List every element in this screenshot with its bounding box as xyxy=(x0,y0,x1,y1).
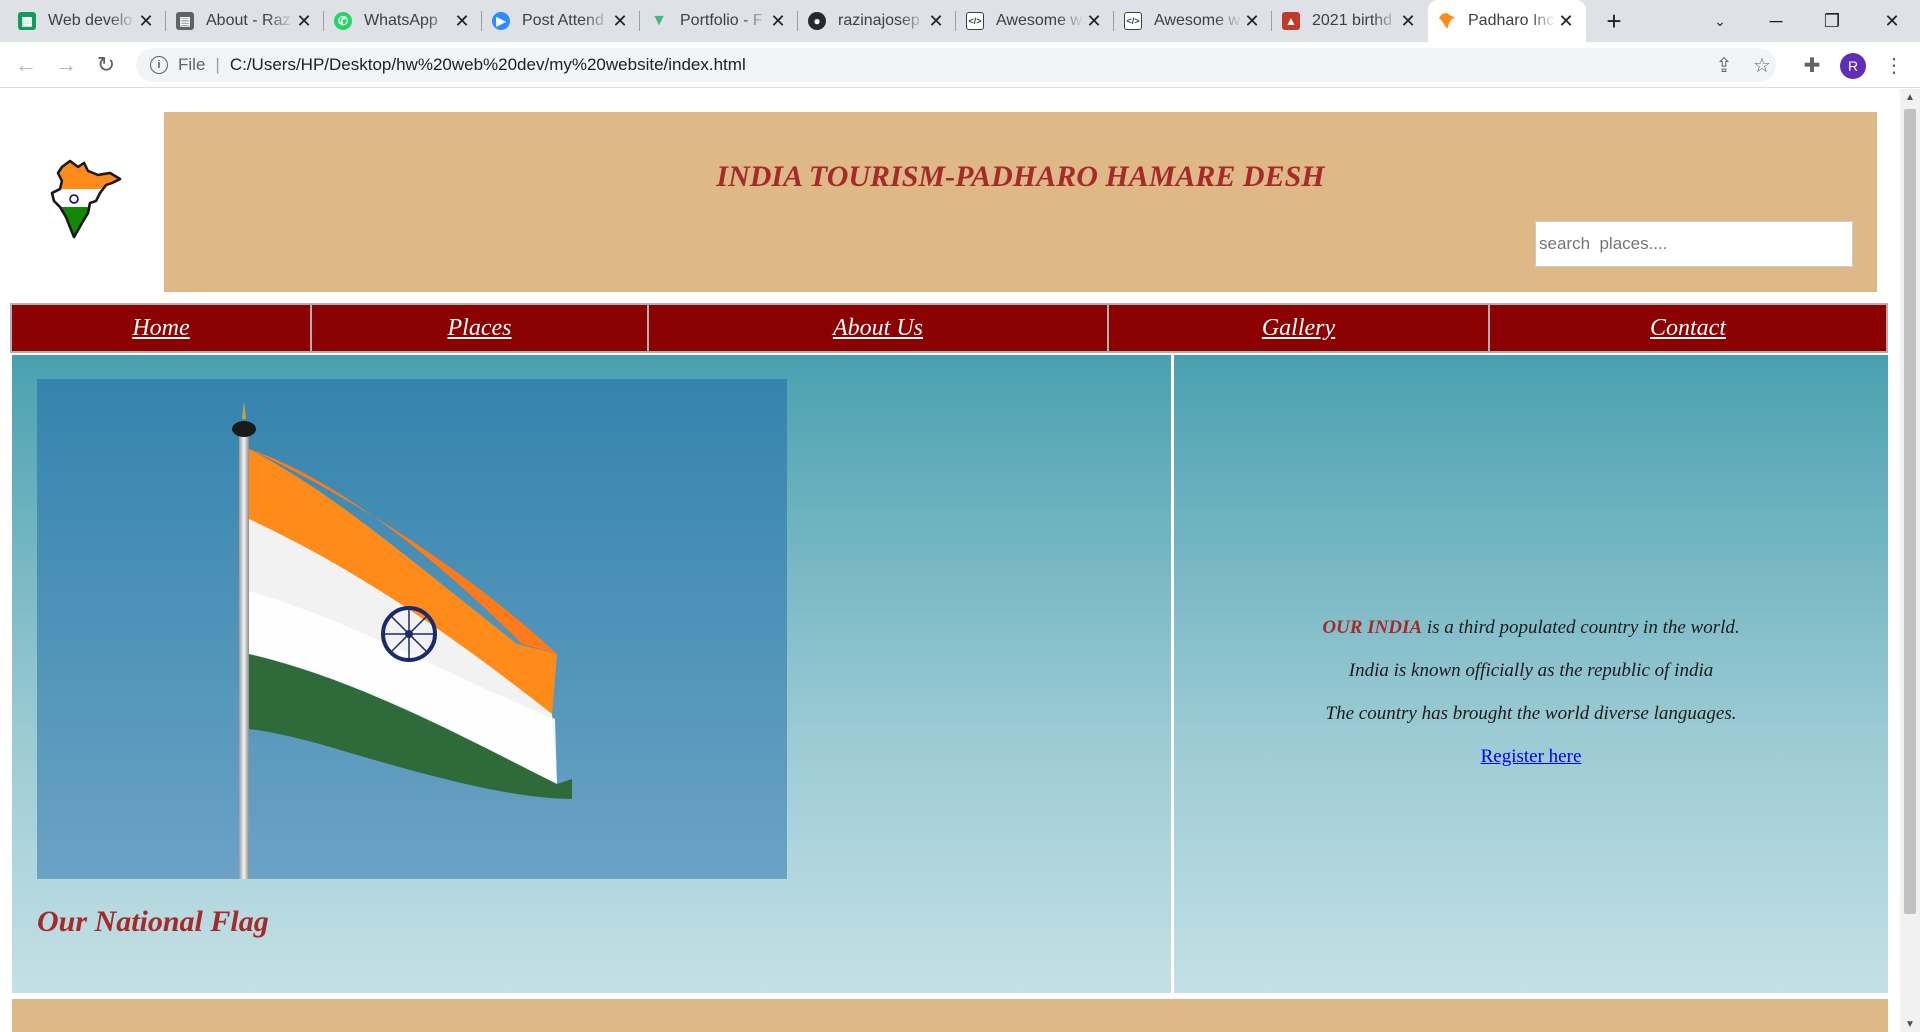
india-map-logo xyxy=(50,159,122,239)
page-icon: ▤ xyxy=(176,12,194,30)
address-bar[interactable]: i File | C:/Users/HP/Desktop/hw%20web%20… xyxy=(136,48,1776,82)
tab-title: Post Attend xyxy=(522,12,604,29)
tab-title: Awesome w xyxy=(1154,12,1240,29)
national-flag-photo xyxy=(37,379,787,879)
menu-kebab-icon[interactable]: ⋮ xyxy=(1880,51,1908,79)
profile-avatar[interactable]: R xyxy=(1840,53,1866,79)
tab-9-active[interactable]: Padharo Inc ✕ xyxy=(1428,0,1586,42)
tab-3[interactable]: ▶ Post Attend ✕ xyxy=(482,0,640,42)
zoom-icon: ▶ xyxy=(492,12,510,30)
scroll-up-arrow-icon[interactable]: ▲ xyxy=(1900,89,1920,105)
browser-toolbar: ← → ↻ i File | C:/Users/HP/Desktop/hw%20… xyxy=(0,42,1920,88)
close-icon[interactable]: ✕ xyxy=(926,11,946,31)
tab-title: About - Raz xyxy=(206,12,291,29)
register-link[interactable]: Register here xyxy=(1481,746,1582,767)
tab-5[interactable]: ● razinajosep ✕ xyxy=(798,0,956,42)
tab-title: Web develo xyxy=(48,12,133,29)
content-area: Our National Flag OUR INDIA is a third p… xyxy=(12,355,1888,993)
code-icon: </> xyxy=(966,12,984,30)
tab-title: WhatsApp xyxy=(364,12,438,29)
footer-bar xyxy=(12,999,1888,1032)
nav-home-link[interactable]: Home xyxy=(12,305,312,351)
bookmark-star-icon[interactable]: ☆ xyxy=(1748,51,1776,79)
github-icon: ● xyxy=(808,12,826,30)
scrollbar-thumb[interactable] xyxy=(1904,109,1916,914)
info-line-3: The country has brought the world divers… xyxy=(1325,703,1737,724)
close-icon[interactable]: ✕ xyxy=(136,11,156,31)
minimize-button[interactable]: ─ xyxy=(1748,0,1804,42)
info-line-2: India is known officially as the republi… xyxy=(1348,660,1714,681)
close-icon[interactable]: ✕ xyxy=(1556,11,1576,31)
nav-gallery-link[interactable]: Gallery xyxy=(1109,305,1490,351)
tab-2[interactable]: ✆ WhatsApp ✕ xyxy=(324,0,482,42)
info-icon[interactable]: i xyxy=(150,56,168,74)
address-url[interactable]: C:/Users/HP/Desktop/hw%20web%20dev/my%20… xyxy=(230,55,746,75)
close-icon[interactable]: ✕ xyxy=(1242,11,1262,31)
close-icon[interactable]: ✕ xyxy=(610,11,630,31)
code-icon: </> xyxy=(1124,12,1142,30)
india-map-icon xyxy=(1438,12,1456,30)
search-input[interactable] xyxy=(1535,221,1853,267)
header-banner: INDIA TOURISM-PADHARO HAMARE DESH xyxy=(164,112,1877,292)
tab-title: Awesome w xyxy=(996,12,1082,29)
nav-about-us-link[interactable]: About Us xyxy=(649,305,1109,351)
info-section: OUR INDIA is a third populated country i… xyxy=(1174,355,1888,993)
info-line-1: OUR INDIA is a third populated country i… xyxy=(1174,606,1888,649)
our-india-highlight: OUR INDIA xyxy=(1322,617,1423,638)
tab-7[interactable]: </> Awesome w ✕ xyxy=(1114,0,1272,42)
scroll-down-arrow-icon[interactable]: ▼ xyxy=(1900,1016,1920,1032)
close-icon[interactable]: ✕ xyxy=(768,11,788,31)
close-icon[interactable]: ✕ xyxy=(1398,11,1418,31)
tab-4[interactable]: ▼ Portfolio - F ✕ xyxy=(640,0,798,42)
tab-8[interactable]: ▲ 2021 birthd ✕ xyxy=(1272,0,1428,42)
address-scheme: File xyxy=(178,55,206,74)
tab-title: Portfolio - F xyxy=(680,12,763,29)
page-viewport: INDIA TOURISM-PADHARO HAMARE DESH Home P… xyxy=(0,89,1900,1032)
nav-contact-link[interactable]: Contact xyxy=(1490,305,1886,351)
info-line-1-text: is a third populated country in the worl… xyxy=(1422,617,1740,638)
register-row: Register here xyxy=(1174,735,1888,778)
close-icon[interactable]: ✕ xyxy=(452,11,472,31)
new-tab-button[interactable]: + xyxy=(1596,0,1632,42)
tab-search-icon[interactable]: ⌄ xyxy=(1692,0,1748,42)
tab-title: Padharo Inc xyxy=(1468,12,1555,29)
flag-caption: Our National Flag xyxy=(37,905,269,938)
extensions-puzzle-icon[interactable]: ✚ xyxy=(1798,51,1826,79)
page-title: INDIA TOURISM-PADHARO HAMARE DESH xyxy=(716,160,1325,193)
flag-section: Our National Flag xyxy=(12,355,1174,993)
restore-button[interactable]: ❐ xyxy=(1804,0,1860,42)
tab-strip: ▦ Web develo ✕ ▤ About - Raz ✕ ✆ WhatsAp… xyxy=(0,0,1920,42)
tab-title: razinajosep xyxy=(838,12,920,29)
whatsapp-icon: ✆ xyxy=(334,12,352,30)
close-icon[interactable]: ✕ xyxy=(1084,11,1104,31)
tab-0[interactable]: ▦ Web develo ✕ xyxy=(8,0,166,42)
reload-icon[interactable]: ↻ xyxy=(90,49,122,81)
tab-title: 2021 birthd xyxy=(1312,12,1393,29)
vue-icon: ▼ xyxy=(651,12,667,29)
main-navbar: Home Places About Us Gallery Contact xyxy=(10,303,1888,353)
tab-1[interactable]: ▤ About - Raz ✕ xyxy=(166,0,324,42)
cake-icon: ▲ xyxy=(1282,12,1300,30)
close-window-button[interactable]: ✕ xyxy=(1864,0,1920,42)
forward-arrow-icon[interactable]: → xyxy=(50,49,82,81)
page-scrollbar[interactable]: ▲ ▼ xyxy=(1900,89,1920,1032)
back-arrow-icon[interactable]: ← xyxy=(10,49,42,81)
nav-places-link[interactable]: Places xyxy=(312,305,649,351)
share-icon[interactable]: ⇪ xyxy=(1710,51,1738,79)
close-icon[interactable]: ✕ xyxy=(294,11,314,31)
info-text-block: OUR INDIA is a third populated country i… xyxy=(1174,606,1888,778)
sheets-icon: ▦ xyxy=(18,12,36,30)
tab-6[interactable]: </> Awesome w ✕ xyxy=(956,0,1114,42)
address-divider: | xyxy=(215,55,220,74)
